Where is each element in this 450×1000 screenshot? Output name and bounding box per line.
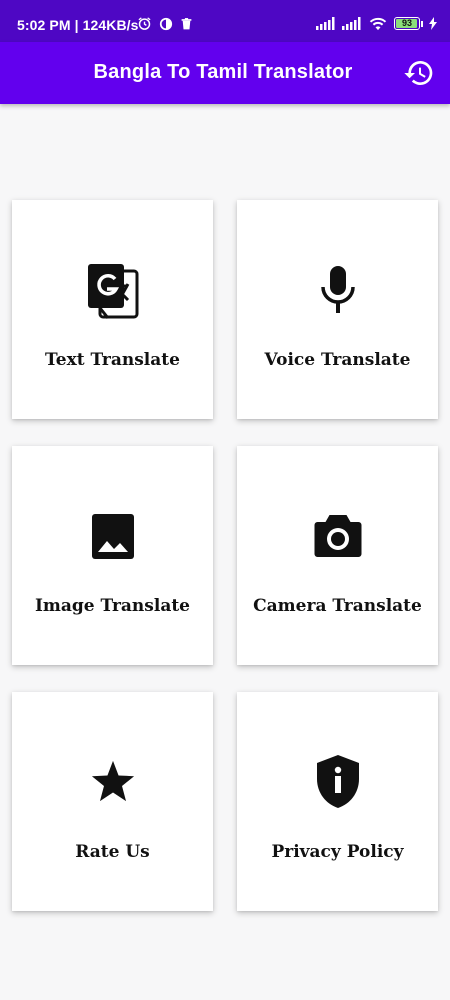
google-translate-icon <box>87 264 138 319</box>
card-label: Rate Us <box>75 842 150 862</box>
microphone-icon <box>320 266 355 313</box>
camera-translate-card[interactable]: Camera Translate <box>237 446 438 665</box>
status-time: 5:02 PM | 124KB/s <box>17 17 139 33</box>
battery-tip <box>421 20 423 27</box>
card-label: Voice Translate <box>264 350 411 370</box>
image-icon <box>91 514 134 559</box>
image-translate-card[interactable]: Image Translate <box>12 446 213 665</box>
card-label: Text Translate <box>45 350 180 370</box>
voice-translate-card[interactable]: Voice Translate <box>237 200 438 419</box>
status-notification-icons <box>137 16 193 31</box>
text-translate-card[interactable]: Text Translate <box>12 200 213 419</box>
rate-us-card[interactable]: Rate Us <box>12 692 213 911</box>
history-icon <box>404 61 433 85</box>
privacy-policy-card[interactable]: Privacy Policy <box>237 692 438 911</box>
status-system-icons: 93 <box>316 16 437 31</box>
privacy-shield-icon <box>316 755 359 808</box>
signal-icon <box>342 17 361 30</box>
star-icon <box>91 760 134 802</box>
battery-icon: 93 <box>394 17 420 30</box>
card-label: Image Translate <box>34 596 191 616</box>
signal-icon <box>316 17 335 30</box>
status-bar: 5:02 PM | 124KB/s 93 <box>0 0 450 42</box>
app-title: Bangla To Tamil Translator <box>93 61 353 83</box>
data-saver-icon <box>159 17 173 30</box>
battery-level: 93 <box>401 18 412 28</box>
card-label: Privacy Policy <box>271 842 404 862</box>
alarm-icon <box>138 17 151 30</box>
wifi-icon <box>369 17 387 31</box>
app-bar: Bangla To Tamil Translator <box>0 42 450 104</box>
card-label: Camera Translate <box>253 596 422 616</box>
history-button[interactable] <box>403 57 435 89</box>
charging-icon <box>429 17 437 30</box>
delete-icon <box>181 17 192 29</box>
camera-icon <box>314 515 361 557</box>
